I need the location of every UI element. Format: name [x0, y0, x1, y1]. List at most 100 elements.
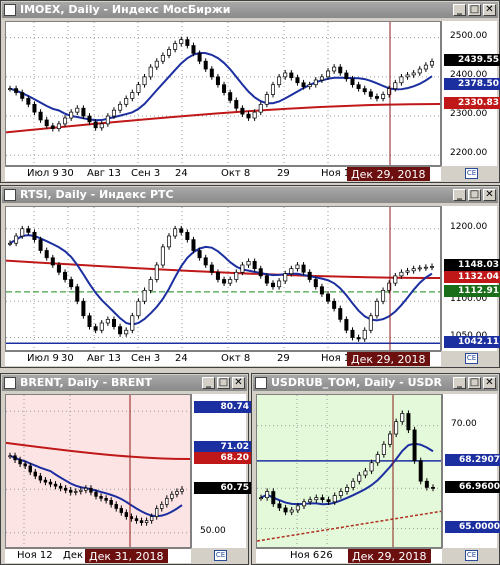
usdrub-time-axis[interactable]: Ноя 6 26 Дек 29, 2018 — [256, 548, 442, 563]
candle — [160, 246, 165, 266]
imoex-plot[interactable] — [5, 21, 441, 166]
candle — [124, 329, 129, 335]
candle — [94, 491, 98, 497]
candle — [142, 290, 147, 302]
candle — [99, 123, 104, 129]
price-badge: 1132.04 — [444, 271, 500, 284]
rtsi-price-axis[interactable]: 1200.001100.001050.001148.031132.041112.… — [441, 206, 500, 351]
candle — [252, 111, 257, 119]
brent-price-axis[interactable]: 80.0060.7550.0080.7471.0268.2060.75 — [191, 394, 251, 548]
candle — [170, 493, 174, 499]
candle — [50, 257, 55, 266]
candle — [155, 508, 159, 517]
candle — [423, 266, 428, 269]
maximize-button[interactable]: □ — [468, 4, 481, 16]
time-tick-label: 24 — [175, 353, 188, 364]
time-tick-label: 29 — [277, 168, 290, 179]
candle — [53, 483, 58, 487]
candle — [63, 117, 68, 125]
imoex-time-axis[interactable]: Июл 9 30 Авг 13 Сен 3 24 Окт 8 29 Ноя 12 Дек 29,… — [5, 166, 441, 181]
maximize-button[interactable]: □ — [468, 377, 481, 389]
brent-corner-button[interactable]: CE — [214, 550, 227, 561]
brent-title: BRENT, Daily - BRENT — [20, 376, 153, 389]
candle — [418, 460, 423, 482]
candle — [369, 462, 374, 472]
candle — [63, 271, 68, 280]
close-button[interactable]: ✕ — [483, 189, 496, 201]
candle — [109, 500, 113, 505]
candle — [69, 111, 74, 119]
candle — [7, 242, 13, 245]
candle — [167, 235, 172, 248]
imoex-corner-button[interactable]: CE — [465, 168, 478, 179]
time-tick-label: Авг 13 — [87, 168, 121, 179]
candle — [295, 505, 300, 511]
imoex-titlebar[interactable]: IMOEX, Daily - Индекс МосБиржи _ □ ✕ — [2, 2, 498, 18]
usdrub-titlebar[interactable]: USDRUB_TOM, Daily - USDR _ □ ✕ — [253, 375, 498, 391]
rtsi-corner-button[interactable]: CE — [465, 353, 478, 364]
candle — [144, 520, 149, 524]
candle — [8, 455, 12, 458]
candle — [368, 315, 373, 331]
time-tick-label: Июл 9 — [27, 353, 59, 364]
candle — [74, 491, 78, 493]
candle — [411, 72, 416, 76]
minimize-button[interactable]: _ — [202, 377, 215, 389]
minimize-button[interactable]: _ — [453, 377, 466, 389]
price-tick-label: 1200.00 — [450, 221, 488, 232]
candle — [289, 509, 294, 513]
usdrub-price-chart — [257, 395, 441, 547]
candle — [375, 454, 380, 464]
candle — [203, 60, 208, 70]
candle — [246, 113, 251, 119]
close-button[interactable]: ✕ — [483, 377, 496, 389]
candle — [26, 98, 31, 105]
candle — [13, 455, 17, 461]
candle — [431, 487, 435, 489]
candle — [240, 107, 245, 115]
close-button[interactable]: ✕ — [232, 377, 245, 389]
rtsi-price-chart — [6, 207, 440, 350]
brent-time-axis[interactable]: Ноя 12 Дек Дек 31, 2018 — [5, 548, 191, 563]
candle — [7, 88, 13, 90]
crosshair-date-label: Дек 29, 2018 — [347, 167, 430, 181]
maximize-button[interactable]: □ — [468, 189, 481, 201]
time-tick-label: Авг 13 — [87, 353, 121, 364]
candle — [344, 72, 349, 80]
candle — [258, 268, 263, 277]
close-button[interactable]: ✕ — [483, 4, 496, 16]
chart-window-icon — [4, 4, 16, 16]
minimize-button[interactable]: _ — [453, 189, 466, 201]
candle — [136, 84, 141, 93]
time-tick-label: 30 — [61, 168, 74, 179]
candle — [32, 103, 37, 113]
brent-titlebar[interactable]: BRENT, Daily - BRENT _ □ ✕ — [2, 375, 247, 391]
candle — [424, 480, 429, 488]
candle — [399, 76, 404, 84]
candle — [136, 300, 141, 317]
candle — [264, 94, 269, 105]
candle — [234, 100, 239, 109]
candle — [56, 264, 61, 273]
rtsi-time-axis[interactable]: Июл 9 30 Авг 13 Сен 3 24 Окт 8 29 Ноя 12 Дек 29,… — [5, 351, 441, 366]
candle — [332, 495, 337, 503]
candle — [20, 228, 25, 237]
candle — [26, 228, 31, 233]
usdrub-price-axis[interactable]: 70.0068.290766.960065.000068.290766.9600… — [442, 394, 500, 548]
imoex-price-axis[interactable]: 2500.00 2400.00 2300.00 2200.00 2439.55 2378.… — [441, 21, 500, 166]
candle — [191, 239, 196, 251]
candle — [307, 271, 312, 280]
brent-plot[interactable] — [5, 394, 191, 548]
usdrub-plot[interactable] — [256, 394, 442, 548]
moving-average-blue — [260, 442, 434, 506]
rtsi-titlebar[interactable]: RTSI, Daily - Индекс РТС _ □ ✕ — [2, 187, 498, 203]
minimize-button[interactable]: _ — [453, 4, 466, 16]
usdrub-corner-button[interactable]: CE — [465, 550, 478, 561]
usdrub-window: USDRUB_TOM, Daily - USDR _ □ ✕ 70.00 68.2… — [251, 373, 500, 565]
candle — [259, 497, 263, 500]
price-tick-label: 2300.00 — [450, 109, 488, 120]
candle — [118, 103, 123, 111]
maximize-button[interactable]: □ — [217, 377, 230, 389]
rtsi-plot[interactable] — [5, 206, 441, 351]
candle — [149, 516, 154, 521]
